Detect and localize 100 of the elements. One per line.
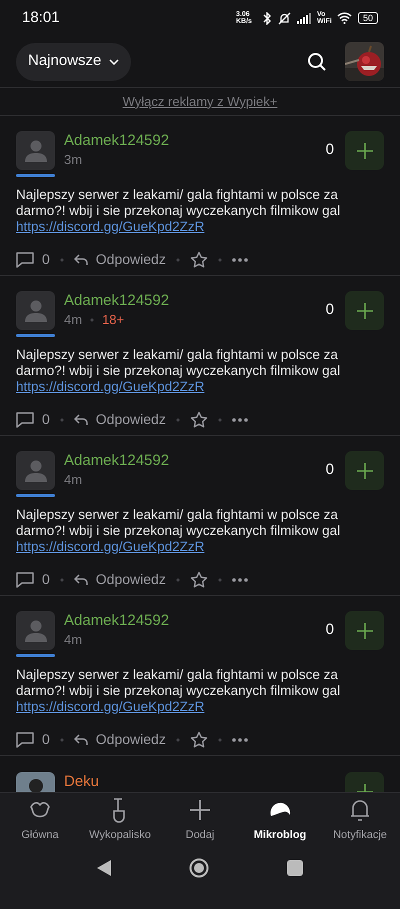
avatar-placeholder[interactable] bbox=[16, 451, 55, 490]
reply-arrow-icon bbox=[74, 574, 88, 586]
avatar-underline bbox=[16, 174, 55, 177]
separator-dot bbox=[90, 318, 94, 322]
author-name[interactable]: Adamek124592 bbox=[64, 451, 170, 471]
person-icon bbox=[24, 460, 48, 482]
shovel-icon bbox=[112, 797, 128, 824]
avatar-placeholder[interactable] bbox=[16, 131, 55, 170]
sort-dropdown[interactable]: Najnowsze bbox=[16, 42, 132, 80]
plus-icon bbox=[356, 622, 374, 640]
plus-icon bbox=[356, 302, 374, 320]
reply-arrow-icon bbox=[74, 254, 88, 266]
separator-dot bbox=[176, 418, 180, 422]
comment-icon bbox=[16, 252, 34, 268]
vote-count: 0 bbox=[326, 300, 334, 320]
post-text: Najlepszy serwer z leakami/ gala fightami w polsce za darmo?! wbij i sie przekonaj wyczekanych filmikow gal https://discord.gg/GueKpd2ZzR bbox=[16, 347, 342, 395]
reply-arrow-icon bbox=[74, 414, 88, 426]
discord-link[interactable]: https://discord.gg/GueKpd2ZzR bbox=[16, 219, 204, 234]
discord-link[interactable]: https://discord.gg/GueKpd2ZzR bbox=[16, 379, 204, 394]
signal-icon bbox=[296, 12, 311, 24]
plus-icon bbox=[356, 462, 374, 480]
star-icon[interactable] bbox=[190, 250, 208, 268]
plus-vote-button[interactable] bbox=[345, 451, 384, 490]
star-icon[interactable] bbox=[190, 730, 208, 748]
nav-tab[interactable]: Notyfikacje bbox=[320, 793, 400, 848]
back-icon[interactable] bbox=[97, 860, 111, 876]
post-time: 3m bbox=[64, 151, 82, 169]
more-icon[interactable] bbox=[232, 418, 248, 422]
vote-count: 0 bbox=[326, 620, 334, 640]
wifi-icon bbox=[336, 12, 352, 24]
chevron-down-icon bbox=[109, 58, 120, 64]
separator-dot bbox=[60, 258, 64, 262]
age-label: 18+ bbox=[102, 311, 124, 329]
battery-indicator: 50 bbox=[358, 12, 378, 24]
author-name[interactable]: Adamek124592 bbox=[64, 611, 170, 631]
more-icon[interactable] bbox=[232, 258, 248, 262]
clock: 18:01 bbox=[22, 8, 60, 28]
separator-dot bbox=[218, 258, 222, 262]
separator-dot bbox=[176, 578, 180, 582]
separator-dot bbox=[60, 578, 64, 582]
comment-icon bbox=[16, 572, 34, 588]
star-icon[interactable] bbox=[190, 410, 208, 428]
avatar-placeholder[interactable] bbox=[16, 291, 55, 330]
separator-dot bbox=[60, 738, 64, 742]
reply-arrow-icon bbox=[74, 734, 88, 746]
post-text: Najlepszy serwer z leakami/ gala fightami w polsce za darmo?! wbij i sie przekonaj wyczekanych filmikow gal https://discord.gg/GueKpd2ZzR bbox=[16, 507, 342, 555]
avatar-underline bbox=[16, 494, 55, 497]
plus-vote-button[interactable] bbox=[345, 291, 384, 330]
author-name[interactable]: Adamek124592 bbox=[64, 131, 170, 151]
comments-button[interactable]: 0 bbox=[16, 409, 50, 430]
star-icon[interactable] bbox=[190, 570, 208, 588]
post-text: Najlepszy serwer z leakami/ gala fightami w polsce za darmo?! wbij i sie przekonaj wyczekanych filmikow gal https://discord.gg/GueKpd2ZzR bbox=[16, 187, 342, 235]
vote-count: 0 bbox=[326, 460, 334, 480]
reply-button[interactable]: Odpowiedz bbox=[74, 569, 166, 590]
recents-icon[interactable] bbox=[287, 860, 303, 876]
reply-button[interactable]: Odpowiedz bbox=[74, 729, 166, 750]
post-time: 4m bbox=[64, 631, 82, 649]
discord-link[interactable]: https://discord.gg/GueKpd2ZzR bbox=[16, 539, 204, 554]
bell-icon bbox=[350, 798, 370, 822]
person-icon bbox=[24, 140, 48, 162]
separator-dot bbox=[218, 418, 222, 422]
home-icon[interactable] bbox=[189, 858, 209, 878]
nav-tab[interactable]: Główna bbox=[0, 793, 80, 848]
disable-ads-link[interactable]: Wyłącz reklamy z Wypiek+ bbox=[122, 92, 278, 112]
bluetooth-icon bbox=[262, 12, 272, 24]
separator-dot bbox=[176, 258, 180, 262]
avatar-placeholder[interactable] bbox=[16, 611, 55, 650]
nav-tab[interactable]: Dodaj bbox=[160, 793, 240, 848]
comment-icon bbox=[16, 732, 34, 748]
more-icon[interactable] bbox=[232, 738, 248, 742]
separator-dot bbox=[60, 418, 64, 422]
plus-vote-button[interactable] bbox=[345, 131, 384, 170]
separator-dot bbox=[176, 738, 180, 742]
comment-icon bbox=[16, 412, 34, 428]
author-name[interactable]: Deku bbox=[64, 772, 100, 792]
plus-vote-button[interactable] bbox=[345, 611, 384, 650]
muted-bell-icon bbox=[278, 12, 291, 24]
post-time: 4m bbox=[64, 311, 82, 329]
nav-tab[interactable]: Wykopalisko bbox=[80, 793, 160, 848]
comments-button[interactable]: 0 bbox=[16, 569, 50, 590]
post-text: Najlepszy serwer z leakami/ gala fightami w polsce za darmo?! wbij i sie przekonaj wyczekanych filmikow gal https://discord.gg/GueKpd2ZzR bbox=[16, 667, 342, 715]
plus-icon bbox=[189, 799, 211, 822]
vote-count: 0 bbox=[326, 140, 334, 160]
separator-dot bbox=[218, 738, 222, 742]
author-name[interactable]: Adamek124592 bbox=[64, 291, 170, 311]
comments-button[interactable]: 0 bbox=[16, 249, 50, 270]
avatar-underline bbox=[16, 334, 55, 337]
person-icon bbox=[24, 300, 48, 322]
separator-dot bbox=[218, 578, 222, 582]
discord-link[interactable]: https://discord.gg/GueKpd2ZzR bbox=[16, 699, 204, 714]
search-icon[interactable] bbox=[307, 52, 327, 72]
nav-tab[interactable]: Mikroblog bbox=[240, 793, 320, 848]
avatar-underline bbox=[16, 654, 55, 657]
person-icon bbox=[24, 620, 48, 642]
comments-button[interactable]: 0 bbox=[16, 729, 50, 750]
post-time: 4m bbox=[64, 471, 82, 489]
reply-button[interactable]: Odpowiedz bbox=[74, 249, 166, 270]
plus-icon bbox=[356, 142, 374, 160]
more-icon[interactable] bbox=[232, 578, 248, 582]
reply-button[interactable]: Odpowiedz bbox=[74, 409, 166, 430]
